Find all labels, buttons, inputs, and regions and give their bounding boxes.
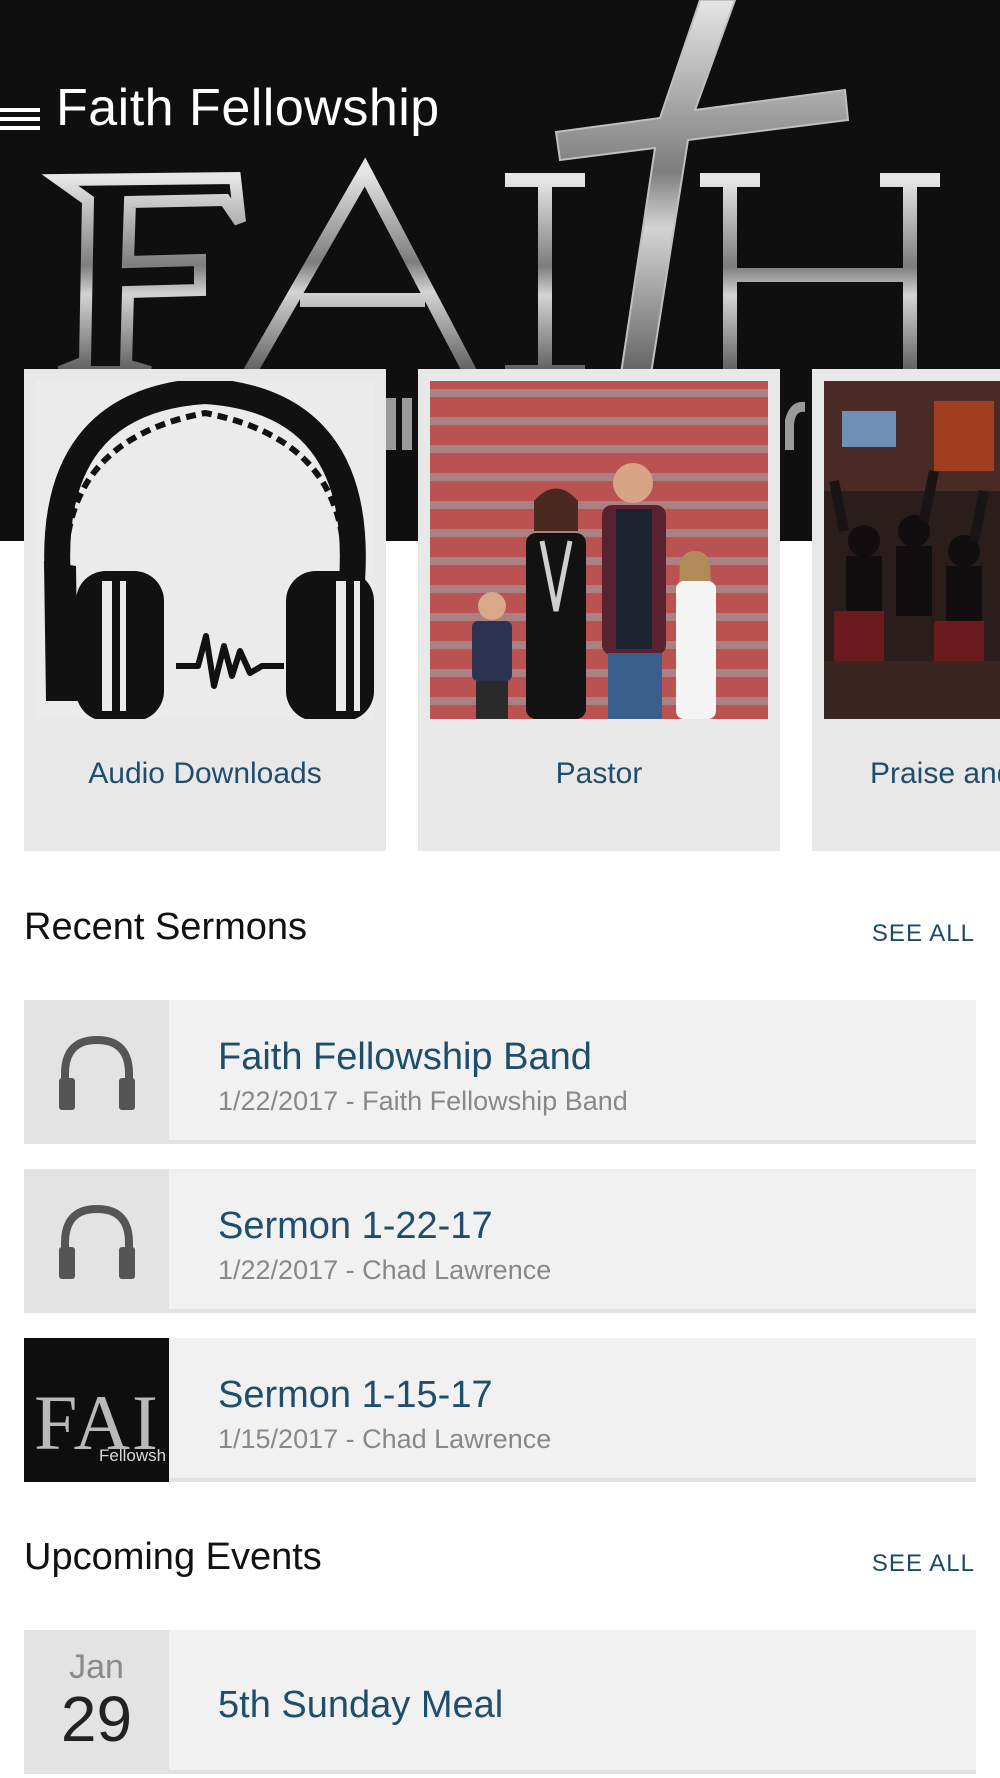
headphones-icon	[59, 1204, 135, 1279]
hamburger-menu-icon[interactable]	[0, 108, 40, 136]
sermon-title: Sermon 1-22-17	[218, 1205, 493, 1247]
sermon-meta: 1/22/2017 - Chad Lawrence	[218, 1255, 552, 1285]
event-month: Jan	[69, 1648, 124, 1686]
faith-logo-thumb: FAI Fellowsh	[24, 1338, 169, 1482]
card-pastor[interactable]: Pastor	[418, 369, 780, 851]
event-row[interactable]: Jan 29 5th Sunday Meal	[24, 1630, 976, 1774]
worship-service-photo	[824, 381, 1000, 719]
sermon-row[interactable]: FAI Fellowsh Sermon 1-15-17 1/15/2017 - …	[24, 1338, 976, 1482]
section-title-sermons: Recent Sermons	[24, 906, 308, 948]
faith-logo-subtext: Fellowsh	[99, 1446, 167, 1465]
pastor-family-photo	[430, 381, 768, 719]
card-caption: Audio Downloads	[88, 757, 322, 790]
headphones-icon	[36, 381, 374, 719]
sermon-title: Faith Fellowship Band	[218, 1036, 592, 1078]
section-title-events: Upcoming Events	[24, 1536, 322, 1578]
card-audio-downloads[interactable]: Audio Downloads	[24, 369, 386, 851]
card-praise[interactable]: Praise and	[812, 369, 1000, 851]
app-title: Faith Fellowship	[56, 79, 440, 137]
sermon-row[interactable]: Sermon 1-22-17 1/22/2017 - Chad Lawrence	[24, 1169, 976, 1313]
card-caption: Pastor	[555, 757, 643, 790]
card-caption: Praise and	[870, 757, 1000, 790]
see-all-events-link[interactable]: SEE ALL	[872, 1550, 975, 1578]
event-day: 29	[60, 1683, 133, 1755]
sermon-meta: 1/15/2017 - Chad Lawrence	[218, 1424, 552, 1454]
sermon-thumb	[24, 1000, 169, 1144]
event-title: 5th Sunday Meal	[218, 1684, 504, 1726]
see-all-sermons-link[interactable]: SEE ALL	[872, 920, 975, 948]
sermon-row[interactable]: Faith Fellowship Band 1/22/2017 - Faith …	[24, 1000, 976, 1144]
sermon-thumb	[24, 1169, 169, 1313]
sermon-title: Sermon 1-15-17	[218, 1374, 493, 1416]
feature-carousel[interactable]: Audio Downloads Pastor Praise and	[0, 369, 1000, 851]
event-date: Jan 29	[24, 1630, 169, 1774]
sermon-meta: 1/22/2017 - Faith Fellowship Band	[218, 1086, 628, 1116]
headphones-icon	[59, 1035, 135, 1110]
